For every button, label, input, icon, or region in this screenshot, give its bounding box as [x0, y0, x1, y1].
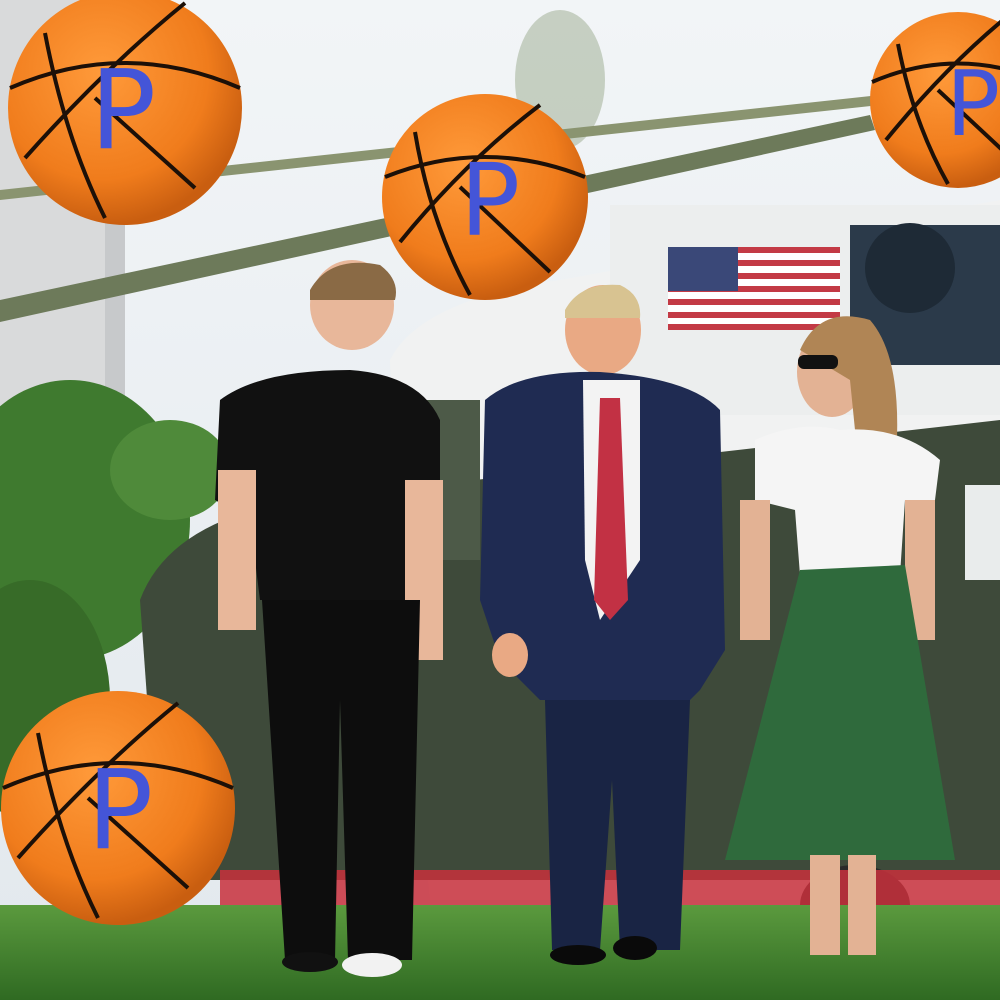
basketball-top-left: P [8, 0, 242, 225]
photo-scene: P P P P [0, 0, 1000, 1000]
basketball-top-center: P [382, 94, 588, 300]
ball-letter: P [90, 46, 156, 174]
ball-letter: P [460, 142, 520, 259]
ball-letter: P [946, 52, 1000, 157]
basketball-bottom-left: P [1, 691, 235, 925]
flower-bed [220, 870, 1000, 910]
ball-letter: P [87, 746, 153, 874]
us-flag [668, 247, 840, 330]
